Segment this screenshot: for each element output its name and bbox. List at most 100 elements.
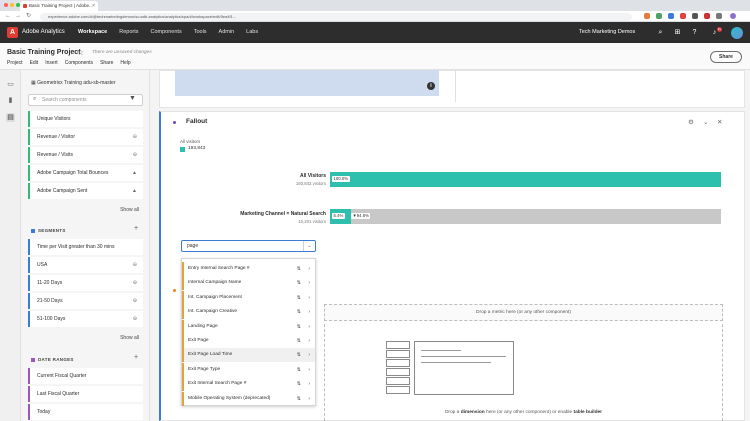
report-suite-selector[interactable]: ▦ Geometrixx Training adu-sb-master [31, 80, 116, 86]
visualizations-icon[interactable]: ▮ [6, 96, 15, 105]
fallout-title[interactable]: Fallout [186, 118, 207, 125]
fallout-bar[interactable]: 100.0% [330, 172, 721, 187]
close-icon[interactable]: ✕ [717, 118, 722, 126]
drop-metric-zone[interactable]: Drop a metric here (or any other compone… [324, 304, 723, 321]
dimension-option[interactable]: Exit Internal Search Page # ⇅ › [182, 377, 315, 392]
fallout-bar[interactable]: 5.4% ▼94.6% [330, 209, 721, 224]
search-input[interactable]: ⌕ Search components [28, 94, 143, 106]
help-icon[interactable]: ? [690, 28, 699, 37]
metric-item[interactable]: Revenue / Visitor ⊖ [28, 129, 143, 145]
info-icon[interactable]: i [427, 82, 435, 90]
browser-tab[interactable]: Basic Training Project | Adobe... × [20, 1, 98, 11]
table-builder-link[interactable]: table builder [574, 410, 603, 415]
dimension-option[interactable]: Exit Page Load Time ⇅ › [182, 348, 315, 363]
date-range-item[interactable]: Today [28, 404, 143, 420]
chevron-down-icon[interactable]: ⌄ [703, 118, 708, 126]
segment-item[interactable]: 51-100 Days ⊖ [28, 311, 143, 327]
date-range-item[interactable]: Current Fiscal Quarter [28, 368, 143, 384]
extension-icon[interactable] [668, 13, 674, 19]
url-input[interactable]: experience.adobe.com/#/@techmarketingdem… [40, 12, 632, 21]
chevron-right-icon[interactable]: › [308, 320, 310, 334]
forward-icon[interactable]: → [15, 12, 21, 21]
back-icon[interactable]: ← [5, 12, 11, 21]
chevron-right-icon[interactable]: › [308, 305, 310, 319]
menu-project[interactable]: Project [7, 60, 23, 66]
search-icon[interactable]: ⌕ [656, 28, 665, 37]
menu-components[interactable]: Components [65, 60, 93, 66]
chevron-right-icon[interactable]: › [308, 363, 310, 377]
project-title[interactable]: Basic Training Project [7, 49, 81, 56]
nav-labs[interactable]: Labs [246, 22, 258, 43]
dimension-option[interactable]: Internal Campaign Name ⇅ › [182, 276, 315, 291]
minimize-window-icon[interactable] [10, 3, 14, 7]
nav-tools[interactable]: Tools [194, 22, 207, 43]
segment-item[interactable]: 21-50 Days ⊖ [28, 293, 143, 309]
dimension-option[interactable]: Entry Internal Search Page # ⇅ › [182, 262, 315, 276]
apps-grid-icon[interactable]: ⊞ [673, 28, 682, 37]
dimension-option[interactable]: Int. Campaign Placement ⇅ › [182, 290, 315, 305]
reload-icon[interactable]: ↻ [26, 12, 31, 21]
chevron-right-icon[interactable]: › [308, 377, 310, 391]
date-range-item[interactable]: Last Fiscal Quarter [28, 386, 143, 402]
chevron-right-icon[interactable]: › [308, 262, 310, 276]
chevron-right-icon[interactable]: › [308, 334, 310, 348]
warning-icon: ▲ [132, 170, 137, 176]
dimension-option[interactable]: Exit Page ⇅ › [182, 334, 315, 348]
extension-icon[interactable] [644, 13, 650, 19]
dimension-option[interactable]: Mobile Operating System (deprecated) ⇅ › [182, 391, 315, 406]
avatar[interactable] [731, 27, 743, 39]
share-button[interactable]: Share [710, 51, 742, 63]
metric-item[interactable]: Adobe Campaign Total Bounces ▲ [28, 165, 143, 181]
add-touchpoint-input[interactable]: page ⌄ [181, 240, 316, 252]
add-date-range-icon[interactable]: + [134, 354, 138, 361]
show-all-metrics-link[interactable]: Show all [120, 207, 139, 213]
calculated-metric-icon: ⊖ [132, 152, 137, 158]
chevron-down-icon[interactable]: ⌄ [303, 241, 315, 251]
dimension-option[interactable]: Exit Page Type ⇅ › [182, 362, 315, 377]
panels-icon[interactable]: ▭ [6, 80, 15, 89]
nav-workspace[interactable]: Workspace [78, 22, 107, 43]
gear-icon[interactable]: ⚙ [688, 118, 694, 126]
drop-dimension-text: Drop a dimension here (or any other comp… [324, 410, 723, 415]
dimension-option[interactable]: Int. Campaign Creative ⇅ › [182, 305, 315, 320]
segment-item[interactable]: USA ⊖ [28, 257, 143, 273]
close-tab-icon[interactable]: × [92, 1, 95, 11]
drop-dimension-mid: here (or any other component) or enable [486, 410, 573, 415]
profile-icon[interactable] [730, 13, 736, 19]
extension-icon[interactable] [692, 13, 698, 19]
metric-item[interactable]: Unique Visitors [28, 111, 143, 127]
metric-item[interactable]: Adobe Campaign Sent ▲ [28, 183, 143, 199]
filter-icon[interactable]: ▼ [129, 95, 136, 102]
star-icon[interactable]: ☆ [77, 48, 84, 57]
adobe-logo-icon[interactable]: A [7, 27, 18, 38]
menu-help[interactable]: Help [120, 60, 130, 66]
close-window-icon[interactable] [4, 3, 8, 7]
segment-item[interactable]: Time per Visit greater than 30 mins [28, 239, 143, 255]
add-segment-icon[interactable]: + [134, 225, 138, 232]
nav-reports[interactable]: Reports [119, 22, 138, 43]
segment-item[interactable]: 11-20 Days ⊖ [28, 275, 143, 291]
map-visualization[interactable] [175, 70, 439, 96]
extension-icon[interactable] [656, 13, 662, 19]
nav-admin[interactable]: Admin [219, 22, 235, 43]
chevron-right-icon[interactable]: › [308, 392, 310, 406]
nav-components[interactable]: Components [151, 22, 182, 43]
dimension-icon: ⇅ [296, 294, 301, 301]
menu-share[interactable]: Share [100, 60, 113, 66]
extension-icon[interactable] [716, 13, 722, 19]
dimension-option[interactable]: Landing Page ⇅ › [182, 319, 315, 334]
show-all-segments-link[interactable]: Show all [120, 335, 139, 341]
table-illustration-icon [414, 341, 514, 395]
chevron-right-icon[interactable]: › [308, 348, 310, 362]
chevron-right-icon[interactable]: › [308, 291, 310, 305]
drop-dimension-zone[interactable] [324, 324, 723, 421]
company-name[interactable]: Tech Marketing Demos [579, 22, 635, 43]
chevron-right-icon[interactable]: › [308, 276, 310, 290]
extension-icon[interactable] [704, 13, 710, 19]
extension-icon[interactable] [680, 13, 686, 19]
metric-item[interactable]: Revenue / Visits ⊖ [28, 147, 143, 163]
menu-insert[interactable]: Insert [45, 60, 58, 66]
top-nav: Workspace Reports Components Tools Admin… [78, 22, 258, 43]
menu-edit[interactable]: Edit [30, 60, 39, 66]
components-icon[interactable]: ▤ [6, 113, 15, 122]
